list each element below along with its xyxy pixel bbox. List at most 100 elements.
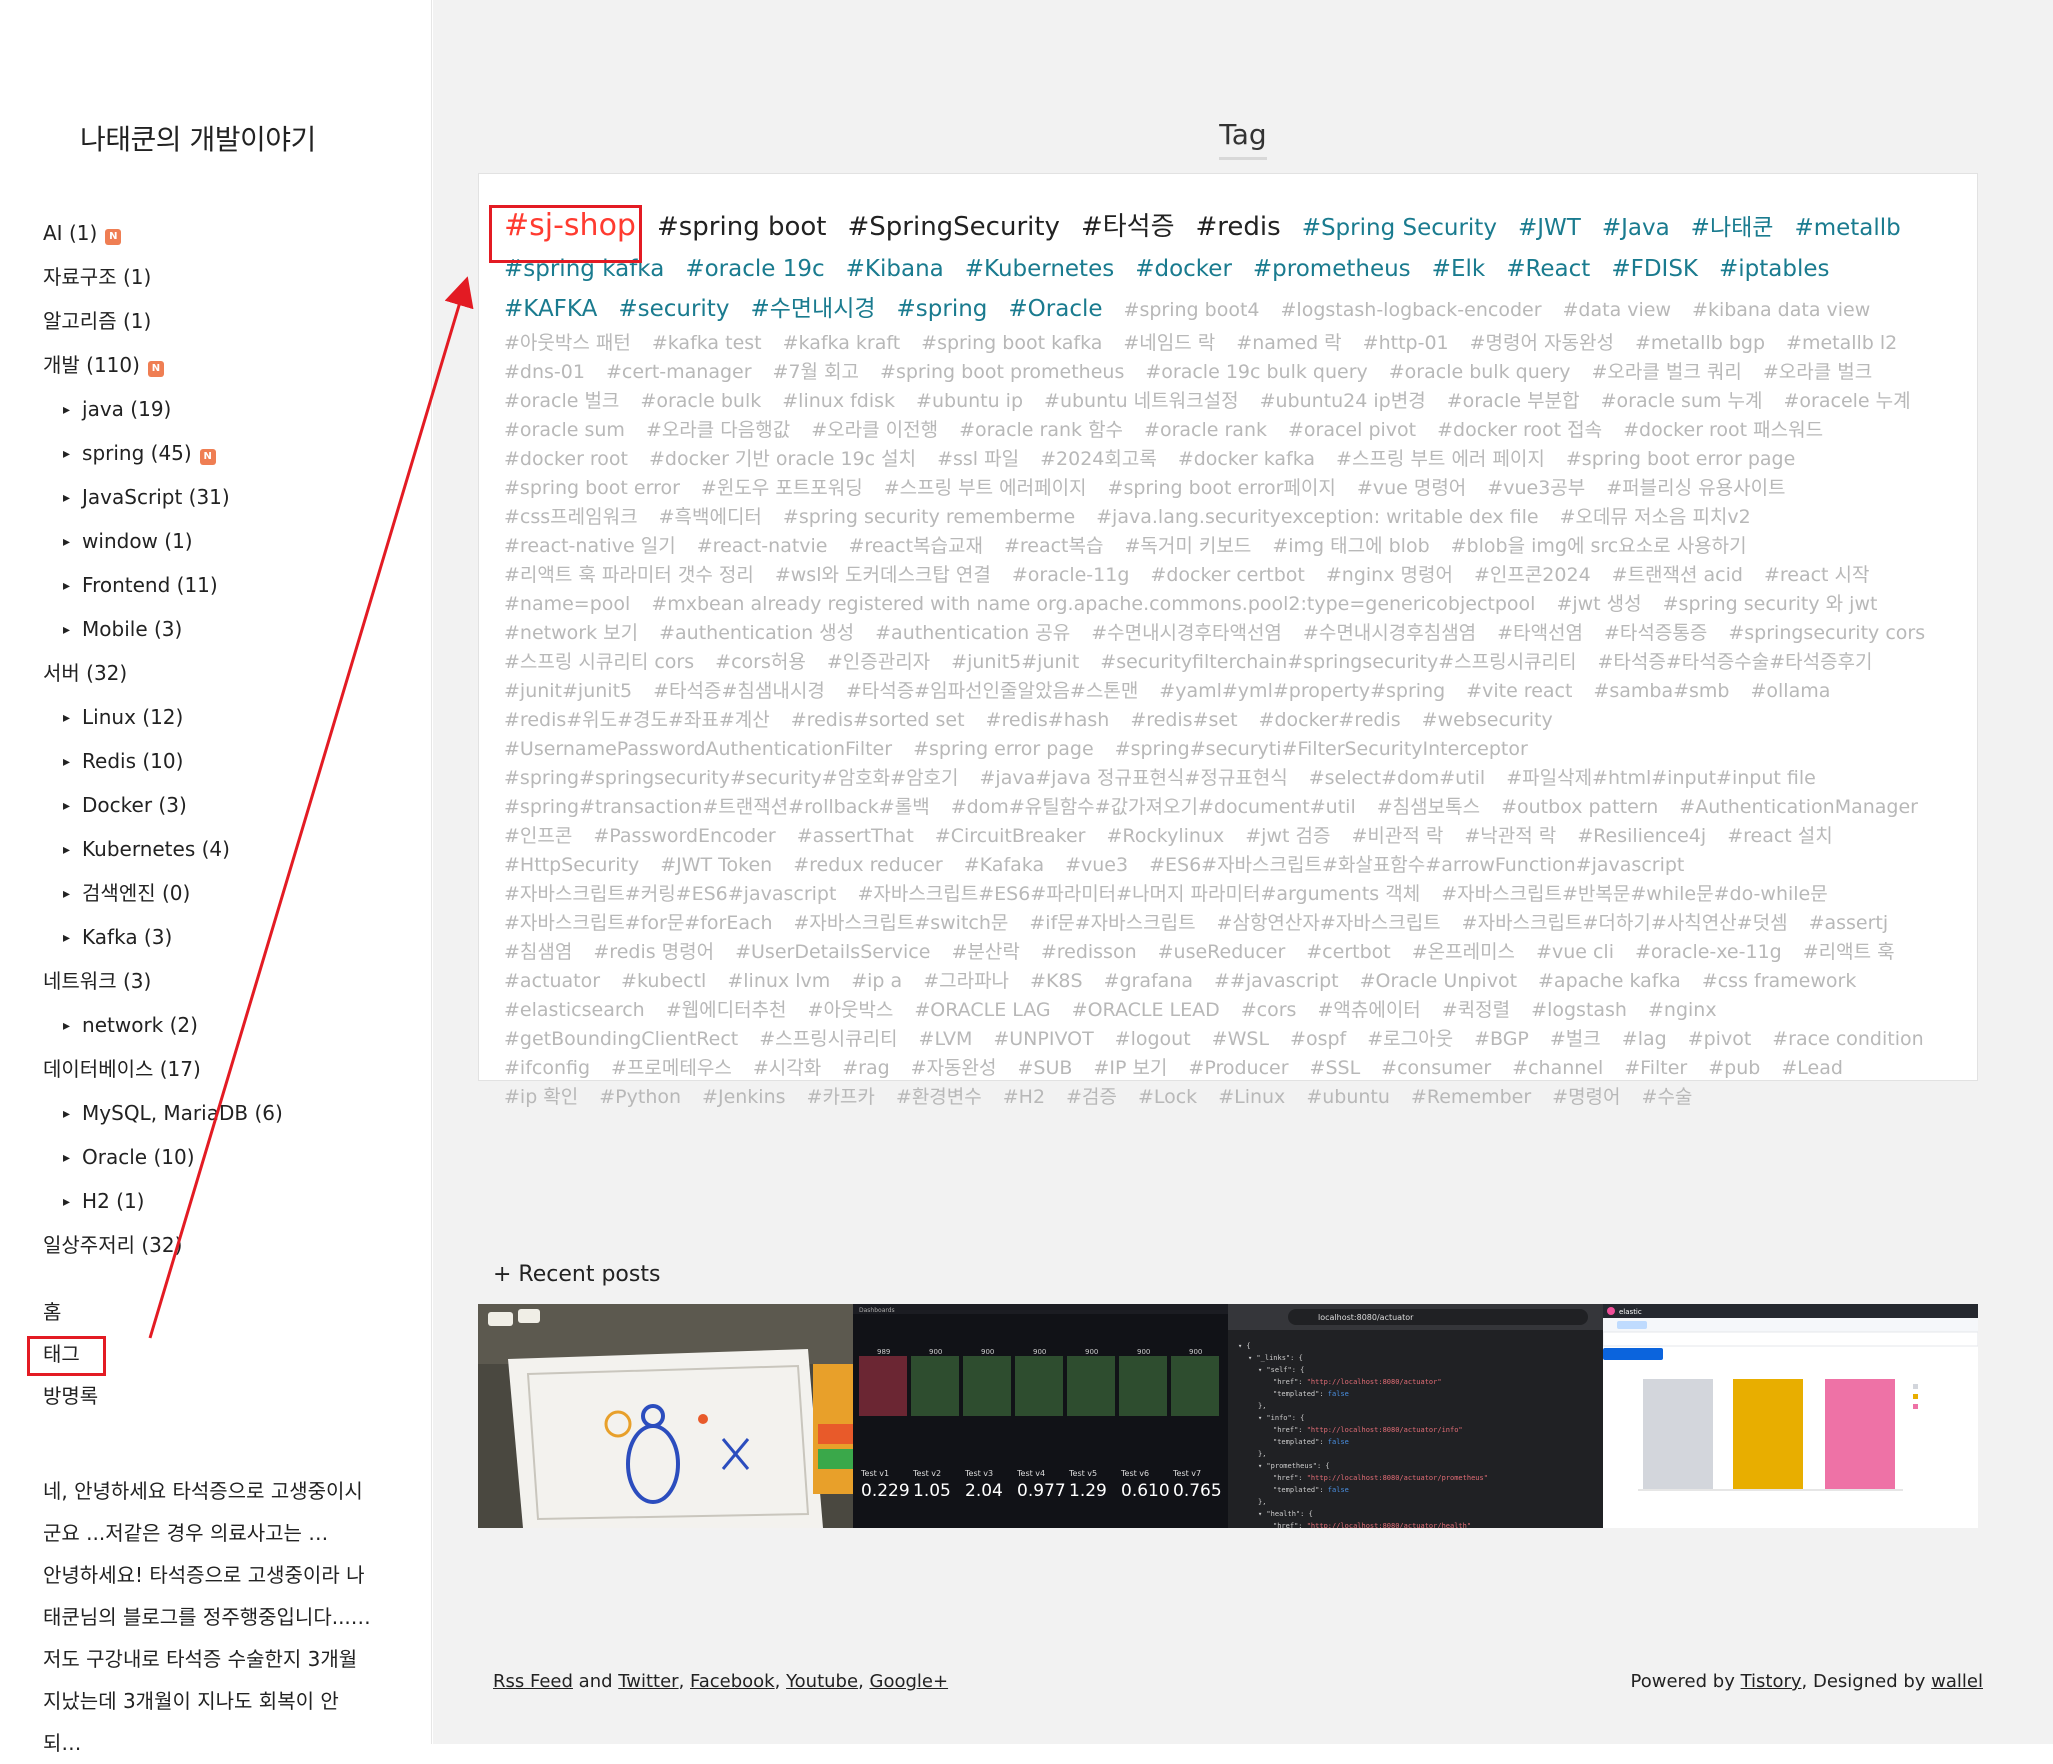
tag-link[interactable]: #nginx 명령어 [1326, 561, 1453, 590]
tag-link[interactable]: #UNPIVOT [993, 1025, 1093, 1054]
tag-link[interactable]: #react복습교재 [849, 532, 983, 561]
tag-link[interactable]: #redis#sorted set [791, 706, 965, 735]
tag-link[interactable]: #spring boot error [504, 474, 680, 503]
tag-link[interactable]: #docker#redis [1259, 706, 1401, 735]
tag-link[interactable]: #시각화 [753, 1054, 821, 1083]
tag-link[interactable]: #security [618, 289, 729, 329]
tag-link[interactable]: #흑백에디터 [659, 503, 762, 532]
tag-link[interactable]: #액츄에이터 [1317, 996, 1420, 1025]
tag-link[interactable]: #ospf [1290, 1025, 1346, 1054]
category-item[interactable]: spring (45) N [43, 436, 423, 480]
tag-link[interactable]: #oracle rank [1144, 416, 1267, 445]
category-item[interactable]: 서버 (32) [43, 656, 423, 700]
tag-link[interactable]: #리액트 훅 파라미터 갯수 정리 [504, 561, 754, 590]
tag-link[interactable]: #벌크 [1550, 1025, 1601, 1054]
category-item[interactable]: Frontend (11) [43, 568, 423, 612]
category-item[interactable]: 개발 (110) N [43, 348, 423, 392]
tag-link[interactable]: #docker root [504, 445, 628, 474]
tag-link[interactable]: #오라클 벌크 [1763, 358, 1872, 387]
tag-link[interactable]: #KAFKA [504, 289, 597, 329]
tag-link[interactable]: #oracle 부분합 [1447, 387, 1580, 416]
tag-link[interactable]: #oracle bulk [640, 387, 761, 416]
tag-link[interactable]: #수면내시경후침샘염 [1303, 619, 1476, 648]
tag-link[interactable]: #kibana data view [1692, 296, 1870, 325]
tag-link[interactable]: #oracele 누계 [1784, 387, 1911, 416]
tag-link[interactable]: #HttpSecurity [504, 851, 639, 880]
tag-link[interactable]: #오라클 이전행 [811, 416, 938, 445]
tag-link[interactable]: #ubuntu 네트워크설정 [1044, 387, 1239, 416]
tag-link[interactable]: #자바스크립트#반복문#while문#do-while문 [1441, 880, 1828, 909]
tag-link[interactable]: #samba#smb [1593, 677, 1729, 706]
tag-link[interactable]: #named 락 [1236, 329, 1341, 358]
tag-link[interactable]: #네임드 락 [1123, 329, 1215, 358]
tag-link[interactable]: #redis [1196, 205, 1281, 249]
tag-link[interactable]: #자바스크립트#더하기#사칙연산#덧셈 [1462, 909, 1788, 938]
tag-link[interactable]: #독거미 키보드 [1124, 532, 1251, 561]
tag-link[interactable]: #assertThat [797, 822, 914, 851]
tag-link[interactable]: #http-01 [1363, 329, 1449, 358]
tag-link[interactable]: #metallb l2 [1786, 329, 1897, 358]
tag-link[interactable]: #spring [897, 289, 988, 329]
tag-link[interactable]: #H2 [1003, 1083, 1045, 1112]
tag-link[interactable]: #spring kafka [504, 249, 664, 289]
tag-link[interactable]: #logstash [1531, 996, 1627, 1025]
tag-link[interactable]: #vue3공부 [1487, 474, 1585, 503]
recent-comment-line[interactable]: 네, 안녕하세요 타석증으로 고생중이시 [43, 1470, 393, 1512]
tag-link[interactable]: #docker 기반 oracle 19c 설치 [649, 445, 916, 474]
recent-comment-line[interactable]: 군요 ...저같은 경우 의료사고는 … [43, 1512, 393, 1554]
rss-feed-link[interactable]: Rss Feed [493, 1671, 573, 1692]
tag-link[interactable]: #redis#hash [986, 706, 1110, 735]
tag-link[interactable]: #outbox pattern [1501, 793, 1658, 822]
tag-link[interactable]: #인프콘 [504, 822, 572, 851]
category-item[interactable]: H2 (1) [43, 1184, 423, 1228]
tag-link[interactable]: #img 태그에 blob [1272, 532, 1429, 561]
tag-link[interactable]: #spring boot error페이지 [1108, 474, 1336, 503]
tag-link[interactable]: #redis#위도#경도#좌표#계산 [504, 706, 770, 735]
recent-post-thumb-kibana[interactable]: elastic [1603, 1304, 1978, 1528]
tag-link[interactable]: #ssl 파일 [937, 445, 1019, 474]
tag-link[interactable]: #윈도우 포트포워딩 [701, 474, 863, 503]
category-item[interactable]: Linux (12) [43, 700, 423, 744]
tag-link[interactable]: #dom#유틸함수#값가져오기#document#util [951, 793, 1356, 822]
tag-link[interactable]: #authentication 공유 [875, 619, 1070, 648]
tag-link[interactable]: #spring boot error page [1566, 445, 1795, 474]
tag-link[interactable]: #타석증#침샘내시경 [653, 677, 825, 706]
tag-link[interactable]: #BGP [1474, 1025, 1529, 1054]
tag-link[interactable]: #react-native 일기 [504, 532, 676, 561]
tag-link[interactable]: #docker root 접속 [1437, 416, 1602, 445]
tag-link[interactable]: #React [1506, 249, 1590, 289]
tag-link[interactable]: #kafka test [652, 329, 762, 358]
tag-link[interactable]: #sj-shop [504, 204, 636, 248]
tag-link[interactable]: #linux fdisk [782, 387, 895, 416]
google-plus-link[interactable]: Google+ [870, 1671, 949, 1692]
recent-comment-line[interactable]: 저도 구강내로 타석증 수술한지 3개월 [43, 1638, 393, 1680]
menu-home[interactable]: 홈 [43, 1295, 98, 1337]
tag-link[interactable]: #docker certbot [1150, 561, 1304, 590]
tag-link[interactable]: #ubuntu [1306, 1083, 1390, 1112]
category-item[interactable]: 알고리즘 (1) [43, 304, 423, 348]
tag-link[interactable]: #나태쿤 [1691, 208, 1774, 248]
tag-link[interactable]: #pivot [1688, 1025, 1752, 1054]
tag-link[interactable]: #비관적 락 [1351, 822, 1443, 851]
tag-link[interactable]: #logout [1115, 1025, 1191, 1054]
tag-link[interactable]: #자바스크립트#ES6#파라미터#나머지 파라미터#arguments 객체 [857, 880, 1420, 909]
tag-link[interactable]: #redisson [1041, 938, 1137, 967]
tag-link[interactable]: #그라파나 [923, 967, 1009, 996]
tag-link[interactable]: #LVM [919, 1025, 973, 1054]
recent-comment-line[interactable]: 지났는데 3개월이 지나도 회복이 안 [43, 1680, 393, 1722]
tag-link[interactable]: #react 시작 [1764, 561, 1870, 590]
tag-link[interactable]: #actuator [504, 967, 600, 996]
tag-link[interactable]: #ip a [851, 967, 902, 996]
tag-link[interactable]: #vue3 [1065, 851, 1128, 880]
tag-link[interactable]: #타석증통증 [1604, 619, 1707, 648]
tag-link[interactable]: #docker [1135, 249, 1232, 289]
tag-link[interactable]: #삼항연산자#자바스크립트 [1217, 909, 1441, 938]
tag-link[interactable]: #oracle bulk query [1389, 358, 1571, 387]
tag-link[interactable]: #grafana [1104, 967, 1193, 996]
tag-link[interactable]: #웹에디터추천 [666, 996, 787, 1025]
tag-link[interactable]: #Elk [1432, 249, 1486, 289]
tag-link[interactable]: #Lead [1781, 1054, 1843, 1083]
recent-comment-line[interactable]: 되… [43, 1722, 393, 1764]
tag-link[interactable]: #Spring Security [1302, 208, 1497, 248]
tag-link[interactable]: #Oracle Unpivot [1360, 967, 1517, 996]
